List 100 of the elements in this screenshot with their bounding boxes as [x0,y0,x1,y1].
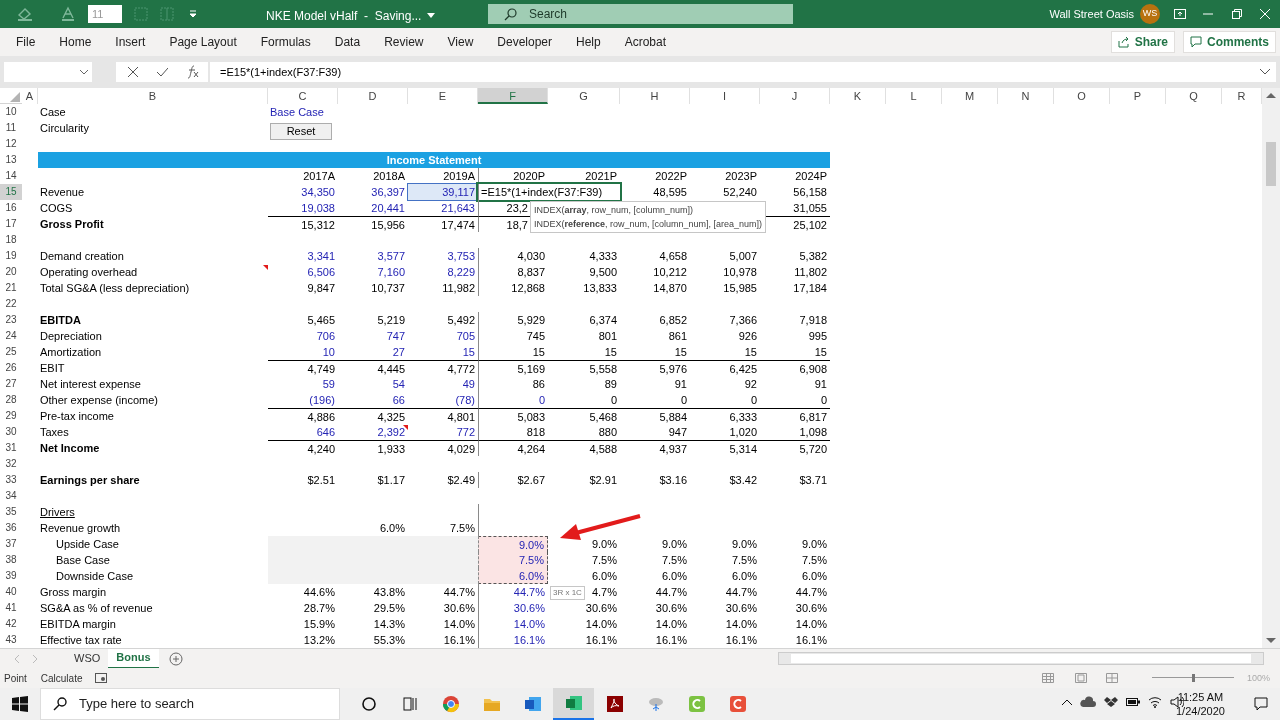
notifications-icon[interactable] [1254,697,1268,711]
column-header[interactable]: G [548,88,620,104]
column-header[interactable]: K [830,88,886,104]
ribbon-tab[interactable]: Page Layout [157,30,249,54]
row-number[interactable]: 43 [0,632,22,648]
row-number[interactable]: 40 [0,584,22,600]
column-header[interactable]: F [478,88,548,104]
scroll-down-icon[interactable] [1266,638,1276,644]
row-number[interactable]: 41 [0,600,22,616]
ribbon-display-icon[interactable] [1174,9,1186,19]
restore-icon[interactable] [1232,9,1242,19]
clock-time[interactable]: 11:25 AM [1177,690,1224,704]
comments-button[interactable]: Comments [1183,31,1276,53]
column-header[interactable]: R [1222,88,1262,104]
column-header[interactable]: H [620,88,690,104]
row-number[interactable]: 34 [0,488,22,504]
column-header[interactable]: I [690,88,760,104]
column-header[interactable]: L [886,88,942,104]
search-field[interactable]: Search [488,4,793,24]
tray-caret-icon[interactable] [1062,699,1072,705]
row-number[interactable]: 25 [0,344,22,360]
horizontal-scrollbar[interactable] [778,652,1264,665]
ribbon-tab[interactable]: Acrobat [612,30,679,54]
page-layout-icon[interactable] [1075,673,1087,683]
share-button[interactable]: Share [1110,31,1175,53]
row-number[interactable]: 32 [0,456,22,472]
font-color-icon[interactable] [60,6,76,22]
column-header[interactable]: C [268,88,338,104]
column-header[interactable]: B [38,88,268,104]
column-header[interactable]: A [22,88,38,104]
row-number[interactable]: 24 [0,328,22,344]
row-number[interactable]: 36 [0,520,22,536]
row-number[interactable]: 16 [0,200,22,216]
customize-icon[interactable] [188,9,198,19]
cloud-icon[interactable] [1080,696,1096,708]
sheet-tab[interactable]: Bonus [108,648,159,669]
column-header[interactable]: M [942,88,998,104]
scroll-up-icon[interactable] [1266,92,1276,98]
ribbon-tab[interactable]: File [4,30,48,54]
formula-field[interactable]: =E15*(1+index(F37:F39) [210,62,1276,82]
ribbon-tab[interactable]: Developer [485,30,564,54]
row-number[interactable]: 35 [0,504,22,520]
wifi-icon[interactable] [1148,696,1162,708]
row-number[interactable]: 13 [0,152,22,168]
ribbon-tab[interactable]: View [435,30,486,54]
row-number[interactable]: 39 [0,568,22,584]
row-number[interactable]: 21 [0,280,22,296]
ribbon-tab[interactable]: Formulas [248,30,323,54]
row-number[interactable]: 23 [0,312,22,328]
function-icon[interactable] [187,65,199,79]
normal-view-icon[interactable] [1042,673,1054,683]
sheet-tab[interactable]: WSO [66,648,109,669]
column-header[interactable]: O [1054,88,1110,104]
ribbon-tab[interactable]: Data [322,30,373,54]
column-header[interactable]: Q [1166,88,1222,104]
row-number[interactable]: 20 [0,264,22,280]
reset-button[interactable]: Reset [270,123,332,140]
cell-editor[interactable]: =E15*(1+index(F37:F39) [478,184,620,200]
scrollbar-thumb[interactable] [1266,142,1276,186]
row-number[interactable]: 37 [0,536,22,552]
comment-marker[interactable] [263,265,268,270]
ribbon-tab[interactable]: Insert [103,30,158,54]
row-number[interactable]: 28 [0,392,22,408]
cancel-icon[interactable] [128,67,138,77]
add-sheet-icon[interactable] [168,651,183,666]
row-number[interactable]: 38 [0,552,22,568]
row-number[interactable]: 10 [0,104,22,120]
start-icon[interactable] [12,696,28,712]
row-number[interactable]: 31 [0,440,22,456]
row-number[interactable]: 22 [0,296,22,312]
row-number[interactable]: 42 [0,616,22,632]
macro-record-icon[interactable] [94,673,107,683]
row-number[interactable]: 26 [0,360,22,376]
ribbon-tab[interactable]: Review [372,30,436,54]
ribbon-tab[interactable]: Help [564,30,613,54]
column-header[interactable]: D [338,88,408,104]
row-number[interactable]: 30 [0,424,22,440]
row-number[interactable]: 14 [0,168,22,184]
row-number[interactable]: 17 [0,216,22,232]
page-break-icon[interactable] [1106,673,1118,683]
close-icon[interactable] [1260,9,1270,19]
row-number[interactable]: 18 [0,232,22,248]
vertical-scrollbar[interactable] [1262,88,1280,648]
battery-icon[interactable] [1126,697,1140,707]
enter-icon[interactable] [157,67,168,77]
zoom-slider-thumb[interactable] [1192,674,1195,682]
clock-date[interactable]: 1/24/2020 [1176,704,1225,718]
row-number[interactable]: 33 [0,472,22,488]
column-header[interactable]: J [760,88,830,104]
row-number[interactable]: 15 [0,184,22,200]
row-number[interactable]: 27 [0,376,22,392]
caret-icon[interactable] [427,13,436,19]
taskbar-search-field[interactable]: Type here to search [40,688,340,720]
column-header[interactable]: E [408,88,478,104]
column-header[interactable]: P [1110,88,1166,104]
column-header[interactable]: N [998,88,1054,104]
row-number[interactable]: 19 [0,248,22,264]
user-avatar[interactable]: WS [1140,4,1160,24]
row-number[interactable]: 11 [0,120,22,136]
ribbon-tab[interactable]: Home [47,30,104,54]
